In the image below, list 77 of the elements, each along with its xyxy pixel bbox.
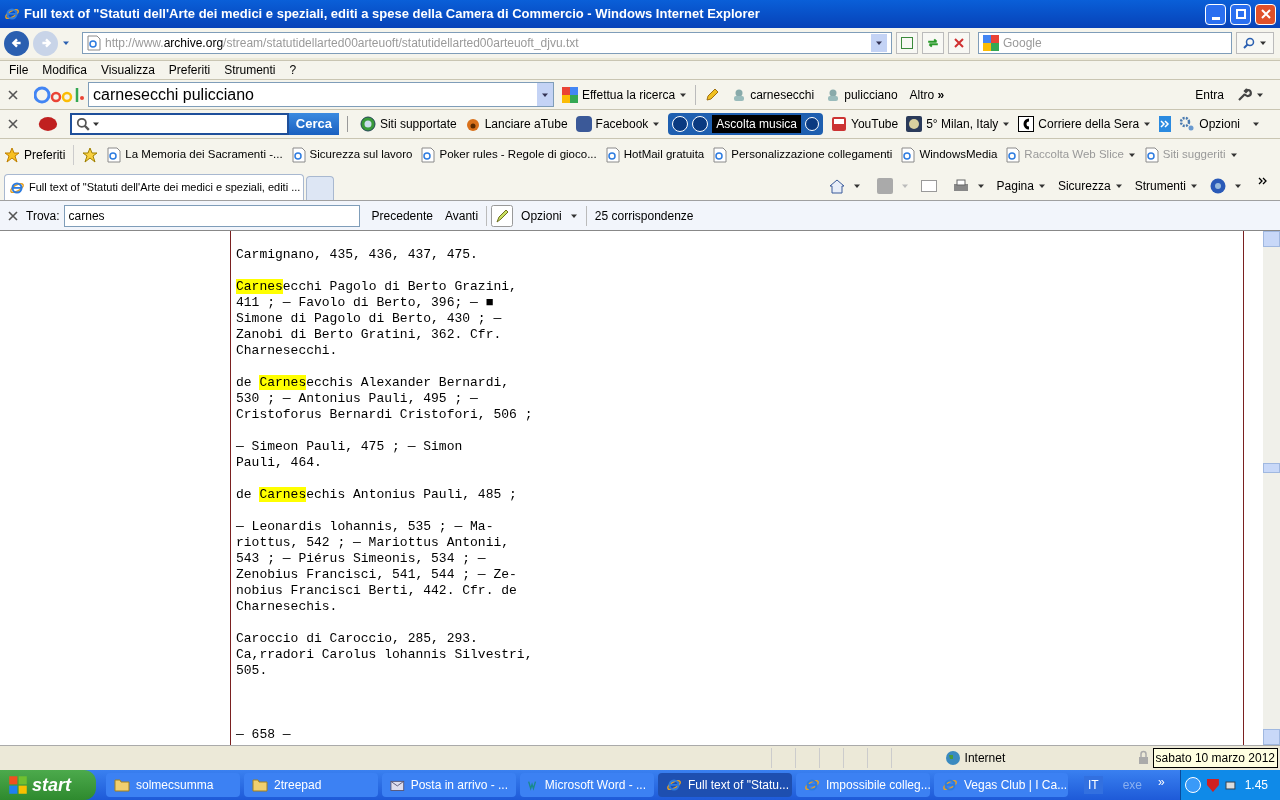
text-line: Simone di Pagolo di Berto, 430 ; — xyxy=(236,311,502,327)
cerca-button[interactable]: Cerca xyxy=(288,113,340,135)
menu-item[interactable]: Strumenti xyxy=(224,61,276,79)
taskbar-button[interactable]: solmecsumma xyxy=(106,773,240,797)
page-number: — 658 — xyxy=(236,727,291,743)
text-line: 530 ; — Antonius Pauli, 495 ; — xyxy=(236,391,478,407)
favorite-link[interactable]: La Memoria dei Sacramenti -... xyxy=(107,145,283,164)
text-line: 543 ; — Piérus Simeonis, 534 ; — xyxy=(236,551,486,567)
menu-item[interactable]: ? xyxy=(289,61,297,79)
toolbar-link[interactable]: Corriere della Sera xyxy=(1018,115,1152,133)
start-button[interactable]: start xyxy=(0,770,96,800)
favorite-link[interactable]: Personalizzazione collegamenti xyxy=(713,145,893,164)
text-line: Zanobi di Berto Gratini, 362. Cfr. xyxy=(236,327,502,343)
text-line: Charnesecchi. xyxy=(236,343,338,359)
text-line: Charnesechis. xyxy=(236,599,338,615)
toolbar-link[interactable]: Siti supportate xyxy=(359,115,457,133)
taskbar-button[interactable]: Impossibile colleg... xyxy=(796,773,930,797)
text-line: Carmignano, 435, 436, 437, 475. xyxy=(236,247,478,263)
previous-button[interactable]: Precedente xyxy=(371,206,433,225)
favorite-link[interactable]: Poker rules - Regole di gioco... xyxy=(421,145,597,164)
text-line: 411 ; — Favolo di Berto, 396; — ■ xyxy=(236,295,494,311)
music-player-button[interactable]: Ascolta musica xyxy=(668,113,823,135)
text-line: — Leonardis lohannis, 535 ; — Ma- xyxy=(236,519,494,535)
search-input[interactable]: Google xyxy=(1003,34,1227,52)
favorite-link[interactable]: WindowsMedia xyxy=(901,145,998,164)
options-button[interactable]: Opzioni xyxy=(1179,115,1260,133)
text-line: Caroccio di Caroccio, 285, 293. xyxy=(236,631,478,647)
taskbar-button[interactable]: Vegas Club | I Ca... xyxy=(934,773,1068,797)
taskbar-button[interactable]: Full text of "Statu... xyxy=(658,773,792,797)
menu-item[interactable]: File xyxy=(9,61,29,79)
menu-item[interactable]: Modifica xyxy=(42,61,88,79)
date-tooltip: sabato 10 marzo 2012 xyxy=(1152,748,1278,768)
taskbar-button[interactable]: Microsoft Word - ... xyxy=(520,773,654,797)
menu-item[interactable]: Visualizza xyxy=(101,61,155,79)
more-button[interactable]: » xyxy=(1158,773,1165,791)
find-field[interactable]: carnes xyxy=(63,204,360,227)
text-line: nobius Francisci Berti, 442. Cfr. de xyxy=(236,583,517,599)
text-line: Pauli, 464. xyxy=(236,455,322,471)
favorite-link[interactable]: Sicurezza sul lavoro xyxy=(291,145,413,164)
favorite-link[interactable]: HotMail gratuita xyxy=(605,145,705,164)
text-line: Ca,rradori Carolus lohannis Silvestri, xyxy=(236,647,533,663)
search-term-button[interactable]: carnesecchi xyxy=(732,85,815,104)
sign-in-link[interactable]: Entra xyxy=(1195,85,1224,104)
command-menu[interactable]: Sicurezza xyxy=(1057,177,1123,195)
toolbar-link[interactable]: Facebook xyxy=(575,115,661,133)
text-line: de Carnesecchis Alexander Bernardi, xyxy=(236,375,510,391)
text-line: Carnesecchi Pagolo di Berto Grazini, xyxy=(236,279,517,295)
language-indicator[interactable]: IT xyxy=(1084,776,1103,794)
query-field[interactable]: carnesecchi pulicciano xyxy=(88,82,554,107)
toolbar-link[interactable]: Lanciare aTube xyxy=(464,115,568,133)
text-line: — Simeon Pauli, 475 ; — Simon xyxy=(236,439,463,455)
toolbar-link[interactable]: 5° Milan, Italy xyxy=(906,115,1011,133)
text-line: Cristoforus Bernardi Cristofori, 506 ; xyxy=(236,407,533,423)
text-line: riottus, 542 ; — Mariottus Antonii, xyxy=(236,535,510,551)
search-term-button[interactable]: pulicciano xyxy=(826,85,898,104)
clock: 1.45 xyxy=(1244,777,1268,794)
command-menu[interactable]: Strumenti xyxy=(1134,177,1198,195)
next-button[interactable]: Avanti xyxy=(444,206,479,225)
find-label: Trova: xyxy=(26,207,60,225)
favorites-button[interactable]: Preferiti xyxy=(4,145,66,164)
more-button[interactable]: Altro » xyxy=(909,85,945,104)
taskbar-button[interactable]: Posta in arrivo - ... xyxy=(382,773,516,797)
toolbar-link[interactable]: YouTube xyxy=(831,115,899,133)
zone-label: Internet xyxy=(964,750,1007,767)
search-field[interactable]: Google xyxy=(978,32,1232,54)
match-count: 25 corrispondenze xyxy=(594,207,694,225)
address-field[interactable]: http://www.archive.org/stream/statutidellarted00arteuoft/statutidellarted00arteuoft_djvu.txt xyxy=(82,32,892,54)
options-button[interactable]: Opzioni xyxy=(521,206,578,225)
menu-item[interactable]: Preferiti xyxy=(168,61,211,79)
window-title: Full text of "Statuti dell'Arte dei medici e speziali, editi a spese della Camera di Commercio - Windows Internet Explorer xyxy=(24,5,761,24)
taskbar-button[interactable]: 2treepad xyxy=(244,773,378,797)
text-line: 505. xyxy=(236,663,268,679)
text-line: de Carnesechis Antonius Pauli, 485 ; xyxy=(236,487,517,503)
search-button[interactable]: Effettua la ricerca xyxy=(562,85,688,104)
command-menu[interactable]: Pagina xyxy=(996,177,1046,195)
tab[interactable]: Full text of "Statuti dell'Arte dei medici e speziali, editi ... xyxy=(4,174,304,200)
text-line: Zenobius Francisci, 541, 544 ; — Ze- xyxy=(236,567,517,583)
